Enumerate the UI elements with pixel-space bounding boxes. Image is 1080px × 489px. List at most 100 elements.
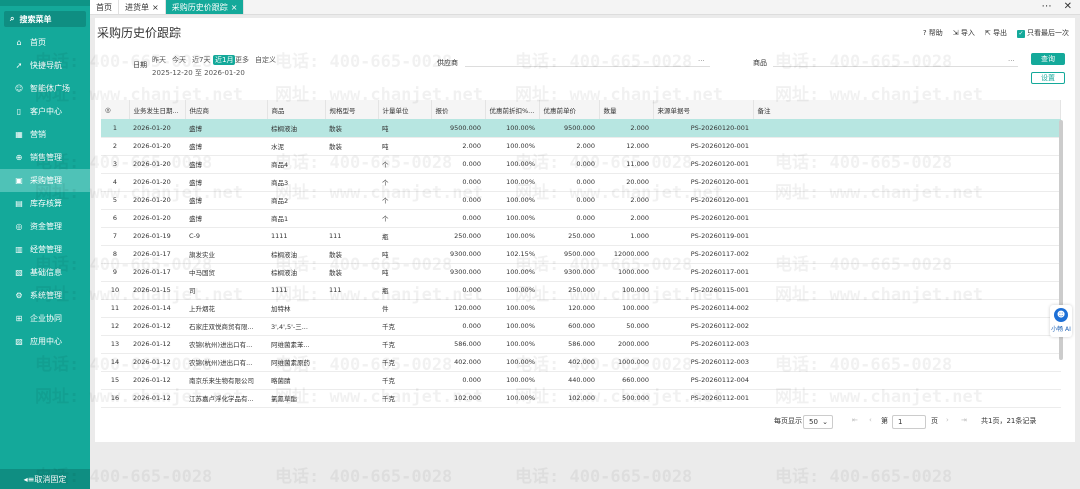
supplier-input[interactable] bbox=[465, 66, 710, 67]
sidebar-item-2[interactable]: ☺ 智能体广场 bbox=[0, 77, 90, 100]
column-header[interactable]: 优惠前折扣%... bbox=[485, 100, 540, 119]
column-header[interactable]: 计量单位 bbox=[378, 100, 432, 119]
tab-1[interactable]: 进货单 × bbox=[119, 0, 166, 14]
export-button[interactable]: ⇱ 导出 bbox=[985, 28, 1007, 38]
table-row[interactable]: 4 2026-01-20 盛博 商品3 个 0.000 100.00% 0.000 20.000… bbox=[101, 173, 1061, 192]
per-page-select[interactable]: 50 ⌄ bbox=[803, 415, 833, 429]
sidebar-item-0[interactable]: ⌂ 首页 bbox=[0, 31, 90, 54]
table-cell: 石家庄双悦商贸有限... bbox=[185, 317, 267, 336]
supplier-picker-icon[interactable]: ··· bbox=[698, 57, 705, 65]
table-row[interactable]: 12 2026-01-12 石家庄双悦商贸有限... 3',4',5'-三... 千克 0… bbox=[101, 317, 1061, 336]
main-panel: 采购历史价跟踪 ? 帮助 ⇲ 导入 ⇱ 导出 ✓ 只看最后一次 日期 昨天 今天 近7… bbox=[95, 18, 1075, 442]
column-header[interactable]: 优惠前单价 bbox=[539, 100, 600, 119]
first-page-button[interactable]: ⇤ bbox=[852, 416, 858, 424]
only-last-checkbox[interactable]: ✓ 只看最后一次 bbox=[1017, 28, 1069, 38]
table-cell: PS-20260112-003 bbox=[653, 335, 753, 354]
prev-page-button[interactable]: ‹ bbox=[869, 416, 872, 424]
table-row[interactable]: 14 2026-01-12 农锦(杭州)进出口有... 阿维菌素原药 千克 402.000… bbox=[101, 353, 1061, 372]
only-last-label: 只看最后一次 bbox=[1027, 29, 1069, 37]
goods-input[interactable] bbox=[773, 66, 1018, 67]
table-cell: 111 bbox=[325, 281, 378, 300]
sidebar-item-3[interactable]: ▯ 客户中心 bbox=[0, 100, 90, 123]
table-row[interactable]: 5 2026-01-20 盛博 商品2 个 0.000 100.00% 0.000 2.000 P… bbox=[101, 191, 1061, 210]
close-icon[interactable]: ✕ bbox=[1064, 1, 1072, 12]
table-row[interactable]: 10 2026-01-15 司 1111 111 瓶 0.000 100.00% 250.000… bbox=[101, 281, 1061, 300]
close-tab-icon[interactable]: × bbox=[231, 3, 238, 12]
date-chip-4[interactable]: 更多 bbox=[235, 55, 249, 65]
date-chip-2[interactable]: 近7天 bbox=[192, 55, 210, 65]
date-chip-0[interactable]: 昨天 bbox=[152, 55, 166, 65]
column-header[interactable]: 报价 bbox=[431, 100, 486, 119]
table-cell: 江苏嘉卢浮化学品有... bbox=[185, 389, 267, 408]
table-cell: 16 bbox=[101, 389, 129, 408]
next-page-button[interactable]: › bbox=[946, 416, 949, 424]
sidebar-item-1[interactable]: ➚ 快捷导航 bbox=[0, 54, 90, 77]
date-range[interactable]: 2025-12-20 至 2026-01-20 bbox=[152, 68, 245, 78]
table-row[interactable]: 2 2026-01-20 盛博 水泥 散装吨 2.000 100.00% 2.000 12.00… bbox=[101, 137, 1061, 156]
sidebar-item-5[interactable]: ⊕ 销售管理 bbox=[0, 146, 90, 169]
sidebar-item-6[interactable]: ▣ 采购管理 bbox=[0, 169, 90, 192]
column-header[interactable]: 数量 bbox=[599, 100, 654, 119]
unpin-sidebar-button[interactable]: ◂≡取消固定 bbox=[0, 469, 90, 489]
table-row[interactable]: 6 2026-01-20 盛博 商品1 个 0.000 100.00% 0.000 2.000 P… bbox=[101, 209, 1061, 228]
date-chip-5[interactable]: 自定义 bbox=[255, 55, 276, 65]
column-header[interactable]: 备注 bbox=[753, 100, 1061, 119]
table-cell: PS-20260117-002 bbox=[653, 245, 753, 264]
tab-2[interactable]: 采购历史价跟踪 × bbox=[165, 0, 245, 14]
table-row[interactable]: 3 2026-01-20 盛博 商品4 个 0.000 100.00% 0.000 11.000… bbox=[101, 155, 1061, 174]
close-tab-icon[interactable]: × bbox=[152, 3, 159, 12]
table-row[interactable]: 8 2026-01-17 旗发实业 棕榈液油 散装吨 9300.000 102.15% 950… bbox=[101, 245, 1061, 264]
table-cell: 2026-01-15 bbox=[129, 281, 185, 300]
more-icon[interactable]: ⋯ bbox=[1042, 1, 1052, 12]
query-button[interactable]: 查询 bbox=[1031, 53, 1065, 65]
sidebar-item-11[interactable]: ⚙ 系统管理 bbox=[0, 284, 90, 307]
table-cell: 100.000 bbox=[599, 281, 653, 300]
help-button[interactable]: ? 帮助 bbox=[923, 28, 943, 38]
sidebar-item-7[interactable]: ▤ 库存核算 bbox=[0, 192, 90, 215]
goods-picker-icon[interactable]: ··· bbox=[1008, 57, 1015, 65]
menu-search[interactable]: ⌕ 搜索菜单 bbox=[4, 11, 86, 27]
table-cell: 9300.000 bbox=[539, 263, 599, 282]
sidebar-item-13[interactable]: ▨ 应用中心 bbox=[0, 330, 90, 353]
table-cell: 20.000 bbox=[599, 173, 653, 192]
sidebar-item-12[interactable]: ⊞ 企业协同 bbox=[0, 307, 90, 330]
sidebar-item-9[interactable]: ▥ 经营管理 bbox=[0, 238, 90, 261]
table-row[interactable]: 11 2026-01-14 上升烟花 加特林件 120.000 100.00% 120.00… bbox=[101, 299, 1061, 318]
table-row[interactable]: 7 2026-01-19 C-9 1111 111 瓶 250.000 100.00% 250.… bbox=[101, 227, 1061, 246]
column-header[interactable]: 规格型号 bbox=[325, 100, 379, 119]
sidebar-item-8[interactable]: ◎ 资金管理 bbox=[0, 215, 90, 238]
sidebar-item-4[interactable]: ▦ 营销 bbox=[0, 123, 90, 146]
last-page-button[interactable]: ⇥ bbox=[961, 416, 967, 424]
table-row[interactable]: 9 2026-01-17 中马国贸 棕榈液油 散装吨 9300.000 100.00% 930… bbox=[101, 263, 1061, 282]
column-header[interactable]: 商品 bbox=[267, 100, 326, 119]
table-cell: 1 bbox=[101, 119, 129, 138]
import-button[interactable]: ⇲ 导入 bbox=[953, 28, 975, 38]
table-row[interactable]: 1 2026-01-20 盛博 棕榈液油 散装吨 9500.000 100.00% 9500.… bbox=[101, 119, 1061, 138]
column-header[interactable]: 业务发生日期... bbox=[129, 100, 186, 119]
table-cell: 8 bbox=[101, 245, 129, 264]
page-number-input[interactable]: 1 bbox=[892, 415, 926, 429]
table-row[interactable]: 16 2026-01-12 江苏嘉卢浮化学品有... 氯氰草酯 千克 102.000 100… bbox=[101, 389, 1061, 408]
watermark-text: 电话: 400-665-0028 bbox=[275, 467, 453, 487]
table-cell: 11.000 bbox=[599, 155, 653, 174]
sidebar-item-10[interactable]: ▧ 基础信息 bbox=[0, 261, 90, 284]
table-cell: 100.00% bbox=[485, 389, 539, 408]
table-cell: 402.000 bbox=[431, 353, 485, 372]
tab-0[interactable]: 首页 bbox=[90, 0, 119, 14]
table-row[interactable]: 15 2026-01-12 南京乐来生物有限公司 略菌腈 千克 0.000 100.00% 4… bbox=[101, 371, 1061, 390]
ai-assistant-label: 小畅 AI bbox=[1051, 326, 1071, 333]
date-chip-1[interactable]: 今天 bbox=[172, 55, 186, 65]
table-cell: 0.000 bbox=[431, 371, 485, 390]
table-row[interactable]: 13 2026-01-12 农锦(杭州)进出口有... 阿维菌素苯... 千克 586.0… bbox=[101, 335, 1061, 354]
table-cell: 瓶 bbox=[378, 281, 431, 300]
column-settings-icon[interactable]: ◎ bbox=[101, 100, 130, 119]
column-header[interactable]: 来源单据号 bbox=[653, 100, 754, 119]
settings-button[interactable]: 设置 bbox=[1031, 72, 1065, 84]
table-cell: 111 bbox=[325, 227, 378, 246]
table-cell: 商品4 bbox=[267, 155, 325, 174]
per-page-value: 50 bbox=[809, 418, 818, 426]
date-chip-3[interactable]: 近1月 bbox=[213, 55, 236, 65]
column-header[interactable]: 供应商 bbox=[185, 100, 268, 119]
ai-assistant-button[interactable]: ☻ 小畅 AI bbox=[1050, 305, 1072, 337]
table-cell: 千克 bbox=[378, 371, 431, 390]
